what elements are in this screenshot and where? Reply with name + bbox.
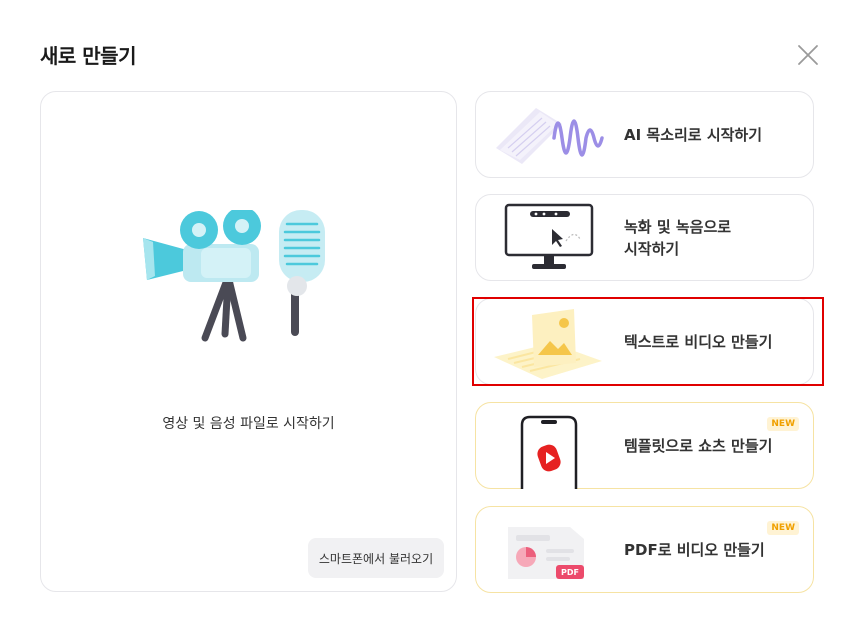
- screen-recording-label: 녹화 및 녹음으로 시작하기: [624, 217, 732, 258]
- ai-voice-label: AI 목소리로 시작하기: [624, 125, 763, 144]
- monitor-recording-illustration: [492, 201, 612, 275]
- close-icon[interactable]: [795, 42, 821, 68]
- camera-microphone-illustration: [139, 207, 339, 354]
- pdf-tag: PDF: [561, 568, 579, 577]
- text-to-video-option[interactable]: 텍스트로 비디오 만들기: [475, 298, 814, 385]
- dialog-title: 새로 만들기: [40, 44, 136, 68]
- pdf-document-illustration: PDF: [492, 513, 612, 587]
- phone-shorts-illustration: [492, 409, 612, 493]
- pdf-to-video-label: PDF로 비디오 만들기: [624, 540, 765, 559]
- pdf-to-video-option[interactable]: PDF PDF로 비디오 만들기 NEW: [475, 506, 814, 593]
- ai-voice-illustration: [492, 98, 612, 172]
- new-badge: NEW: [767, 521, 799, 535]
- file-upload-label: 영상 및 음성 파일로 시작하기: [162, 416, 335, 432]
- new-project-dialog: 새로 만들기 영상 및 음성 파일로 시작하기 스마트폰에서 불러오기 AI 목…: [0, 0, 862, 634]
- new-badge: NEW: [767, 417, 799, 431]
- text-to-video-illustration: [492, 305, 612, 379]
- import-from-phone-button[interactable]: 스마트폰에서 불러오기: [308, 538, 444, 578]
- screen-recording-option[interactable]: 녹화 및 녹음으로 시작하기: [475, 194, 814, 281]
- template-shorts-label: 템플릿으로 쇼츠 만들기: [624, 436, 773, 455]
- text-to-video-label: 텍스트로 비디오 만들기: [624, 332, 773, 351]
- template-shorts-option[interactable]: 템플릿으로 쇼츠 만들기 NEW: [475, 402, 814, 493]
- ai-voice-option[interactable]: AI 목소리로 시작하기: [475, 91, 814, 178]
- file-upload-card[interactable]: 영상 및 음성 파일로 시작하기 스마트폰에서 불러오기: [40, 91, 457, 592]
